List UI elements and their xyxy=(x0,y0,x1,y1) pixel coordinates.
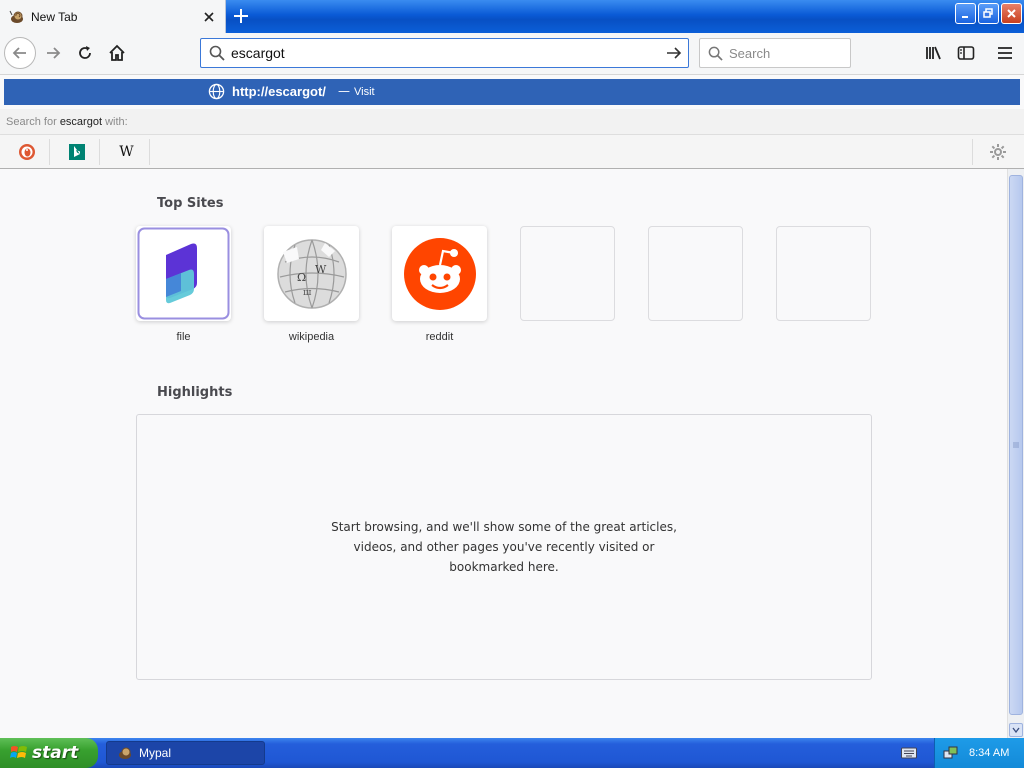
url-bar[interactable] xyxy=(200,38,689,68)
top-site-tile-empty[interactable] xyxy=(648,226,743,321)
search-icon xyxy=(708,46,723,61)
engine-duckduckgo[interactable] xyxy=(4,139,50,165)
tab-strip: New Tab xyxy=(0,0,1024,33)
scroll-down-button[interactable] xyxy=(1009,723,1023,737)
plus-icon xyxy=(234,9,248,23)
top-site-tile-reddit[interactable] xyxy=(392,226,487,321)
top-sites-title: Top Sites xyxy=(157,196,224,211)
visit-url-suggestion[interactable]: http://escargot/ — Visit xyxy=(4,79,1020,105)
taskbar-item-mypal[interactable]: Mypal xyxy=(106,741,265,765)
tab-new-tab[interactable]: New Tab xyxy=(0,0,226,33)
mypal-favicon-icon xyxy=(119,747,131,759)
system-tray: 8:34 AM xyxy=(934,738,1024,768)
home-icon xyxy=(109,44,125,61)
minimize-button[interactable] xyxy=(955,3,976,24)
taskbar-item-label: Mypal xyxy=(139,746,172,760)
close-window-button[interactable] xyxy=(1001,3,1022,24)
network-icon[interactable] xyxy=(943,745,959,761)
wikipedia-globe-icon: Ω W ш xyxy=(276,238,347,309)
taskbar: start Mypal 8:34 AM xyxy=(0,738,1024,768)
restore-icon xyxy=(983,8,993,18)
wikipedia-icon: W xyxy=(119,144,134,160)
menu-button[interactable] xyxy=(990,38,1020,68)
windows-logo-icon xyxy=(10,746,27,758)
close-icon xyxy=(1007,9,1016,18)
highlights-message: Start browsing, and we'll show some of t… xyxy=(331,520,677,574)
gear-icon xyxy=(989,144,1006,160)
new-tab-button[interactable] xyxy=(230,5,252,27)
top-site-tile-empty[interactable] xyxy=(520,226,615,321)
back-button[interactable] xyxy=(4,37,36,69)
chevron-down-icon xyxy=(1012,727,1020,733)
reddit-icon xyxy=(403,237,476,310)
visit-url-text: http://escargot/ xyxy=(232,84,326,99)
library-icon xyxy=(926,46,941,60)
home-button[interactable] xyxy=(102,38,132,68)
keyboard-icon[interactable] xyxy=(901,746,917,760)
go-arrow-icon xyxy=(667,47,682,59)
sidebar-button[interactable] xyxy=(951,38,981,68)
start-button[interactable]: start xyxy=(0,738,98,768)
search-for-suffix: with: xyxy=(102,116,128,128)
search-for-header: Search for escargot with: xyxy=(0,109,1024,135)
top-site-label-file: file xyxy=(176,331,191,343)
tab-title: New Tab xyxy=(31,9,78,24)
search-for-term: escargot xyxy=(59,116,103,128)
engine-bing[interactable] xyxy=(54,139,100,165)
close-tab-icon[interactable] xyxy=(199,7,219,27)
hamburger-menu-icon xyxy=(998,47,1012,59)
search-for-prefix: Search for xyxy=(6,116,60,128)
highlights-empty-state: Start browsing, and we'll show some of t… xyxy=(136,414,872,680)
svg-text:Ω: Ω xyxy=(297,271,306,284)
visit-action-label: Visit xyxy=(354,86,375,98)
duckduckgo-icon xyxy=(18,144,35,160)
top-site-tile-file[interactable] xyxy=(136,226,231,321)
window-controls xyxy=(955,3,1022,24)
top-site-tile-wikipedia[interactable]: Ω W ш xyxy=(264,226,359,321)
new-tab-page: Top Sites file Ω W ш wikipedia reddit Hi… xyxy=(0,169,1007,738)
url-input[interactable] xyxy=(231,45,660,61)
forward-arrow-icon xyxy=(47,47,61,59)
visit-separator: — xyxy=(338,84,350,98)
engine-wikipedia[interactable]: W xyxy=(104,139,150,165)
library-button[interactable] xyxy=(919,38,949,68)
navigation-toolbar xyxy=(0,33,1024,75)
highlights-title: Highlights xyxy=(157,385,233,400)
vertical-scrollbar[interactable] xyxy=(1007,169,1024,738)
sidebar-icon xyxy=(957,46,975,60)
top-site-tile-empty[interactable] xyxy=(776,226,871,321)
mypal-favicon-icon xyxy=(9,10,23,23)
clock: 8:34 AM xyxy=(969,747,1010,759)
scrollbar-thumb[interactable] xyxy=(1009,175,1023,715)
back-arrow-icon xyxy=(12,47,26,59)
reload-icon xyxy=(79,46,91,59)
search-icon xyxy=(209,45,225,61)
grip-icon xyxy=(1013,442,1019,448)
search-bar[interactable] xyxy=(699,38,851,68)
forward-button[interactable] xyxy=(38,38,68,68)
minimize-icon xyxy=(961,15,968,18)
top-site-label-reddit: reddit xyxy=(425,331,454,343)
start-label: start xyxy=(32,743,79,763)
svg-text:ш: ш xyxy=(303,288,312,298)
globe-icon xyxy=(208,83,225,100)
file-icon xyxy=(137,227,230,320)
top-site-label-wikipedia: wikipedia xyxy=(288,331,335,343)
restore-button[interactable] xyxy=(978,3,999,24)
go-button[interactable] xyxy=(660,39,688,67)
search-settings-button[interactable] xyxy=(972,139,1022,165)
svg-text:W: W xyxy=(315,263,327,276)
one-off-search-engines: W xyxy=(0,135,1024,169)
bing-icon xyxy=(68,144,85,160)
search-input[interactable] xyxy=(729,45,839,61)
reload-button[interactable] xyxy=(70,38,100,68)
